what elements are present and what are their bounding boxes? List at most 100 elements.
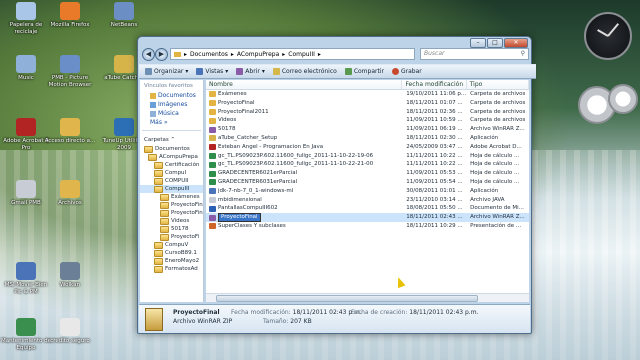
breadcrumb-item[interactable]: Documentos xyxy=(190,51,228,58)
file-row[interactable]: aTube_Catcher_Setup 18/11/2011 02:30 ... A… xyxy=(206,134,529,143)
desktop-icon-glyph xyxy=(60,55,80,73)
file-row[interactable]: gc_TL.PS09023P.602.11600_fullgc_2011-11-… xyxy=(206,152,529,161)
burn-button[interactable]: Grabar xyxy=(391,68,422,75)
column-header-type[interactable]: Tipo xyxy=(467,80,529,89)
search-input[interactable]: Buscar ⚲ xyxy=(420,48,529,60)
file-row[interactable]: Exámenes 19/10/2011 11:06 p... Carpeta de … xyxy=(206,90,529,99)
folder-tree-item[interactable]: CursoB89.1 xyxy=(140,249,203,257)
folder-tree-item[interactable]: ProyectoFin xyxy=(140,201,203,209)
file-name-cell: SuperClases Y subclases xyxy=(206,222,403,231)
folder-tree-item[interactable]: Documentos xyxy=(140,145,203,153)
file-type-icon xyxy=(209,108,216,115)
folder-tree-item[interactable]: FormatosAd xyxy=(140,265,203,273)
file-name: jdk-7-nb-7_0_1-windows-ml xyxy=(218,187,294,194)
file-row[interactable]: ProyectoFinal2011 18/11/2011 02:36 ... Car… xyxy=(206,108,529,117)
folder-tree-label: Exámenes xyxy=(171,194,200,200)
close-button[interactable]: ✕ xyxy=(504,38,528,48)
folder-tree-item[interactable]: Videos xyxy=(140,217,203,225)
folder-tree-item[interactable]: EneroMayo2 xyxy=(140,257,203,265)
desktop-icon[interactable]: Wolkan xyxy=(44,262,96,289)
favorite-link-pictures[interactable]: Imágenes xyxy=(140,100,203,109)
favorite-link-more[interactable]: Más» xyxy=(140,118,203,127)
desktop-icon-glyph xyxy=(16,55,36,73)
folder-tree-item[interactable]: ACompuPrepa xyxy=(140,153,203,161)
file-row[interactable]: mbidimensional 23/11/2010 03:14 ... Archiv… xyxy=(206,196,529,205)
horizontal-scrollbar[interactable] xyxy=(206,293,529,302)
file-row[interactable]: Videos 11/09/2011 10:59 ... Carpeta de arc… xyxy=(206,116,529,125)
folder-tree-item[interactable]: CompuIII xyxy=(140,185,203,193)
desktop-icon[interactable]: Archivos xyxy=(44,180,96,207)
modified-label: Fecha modificación: xyxy=(231,309,291,316)
file-name: GRADECENTER6031erParcial xyxy=(218,178,298,185)
file-row[interactable]: jdk-7-nb-7_0_1-windows-ml 30/08/2011 01:0… xyxy=(206,187,529,196)
file-type-icon xyxy=(209,91,216,98)
folder-tree-item[interactable]: Certificación xyxy=(140,161,203,169)
file-row[interactable]: gc_TL.PS09023P.602.11600_fullgc_2011-11-… xyxy=(206,160,529,169)
pictures-icon xyxy=(150,101,156,108)
desktop-icon[interactable]: Acceso directo a... xyxy=(44,118,96,145)
explorer-window[interactable]: – □ ✕ ◀ ▶ ▸ Documentos ▸ ACompuPrepa ▸ C… xyxy=(137,36,536,334)
folder-tree-item[interactable]: Exámenes xyxy=(140,193,203,201)
desktop-icon[interactable]: credito seguro xyxy=(44,318,96,345)
address-bar[interactable]: ▸ Documentos ▸ ACompuPrepa ▸ CompuIII ▸ xyxy=(170,48,415,60)
folder-tree-item[interactable]: CompuV xyxy=(140,241,203,249)
folder-tree-item[interactable]: 50178 xyxy=(140,225,203,233)
favorite-link-music[interactable]: Música xyxy=(140,109,203,118)
file-row[interactable]: GRADECENTER6031erParcial 11/09/2011 05:54… xyxy=(206,178,529,187)
desktop-icon[interactable]: NetBeans xyxy=(98,2,150,29)
folder-tree-item[interactable]: ProyectoFin xyxy=(140,209,203,217)
ram-meter-gadget[interactable] xyxy=(608,84,638,114)
file-type-cell: Carpeta de archivos xyxy=(470,91,526,97)
desktop-icon[interactable]: Mozilla Firefox xyxy=(44,2,96,29)
file-row[interactable]: PantallasCompuIII602 18/08/2011 05:50 ...… xyxy=(206,204,529,213)
desktop-icon[interactable]: PMB - Picture Motion Browser xyxy=(44,55,96,88)
folder-icon xyxy=(160,217,169,225)
file-date-cell: 11/09/2011 05:54 ... xyxy=(406,178,463,185)
search-icon[interactable]: ⚲ xyxy=(521,49,525,59)
file-date-cell: 18/11/2011 01:07 ... xyxy=(406,99,463,106)
views-button[interactable]: Vistas ▾ xyxy=(196,68,228,75)
folder-tree-item[interactable]: COMPUII xyxy=(140,177,203,185)
rename-input[interactable]: ProyectoFinal xyxy=(218,213,261,222)
file-date-cell: 23/11/2010 03:14 ... xyxy=(406,196,463,203)
file-name-cell: GRADECENTER6021erParcial xyxy=(206,169,403,178)
file-type-icon xyxy=(209,205,216,212)
file-row[interactable]: GRADECENTER6021erParcial 11/09/2011 05:53… xyxy=(206,169,529,178)
file-name: ProyectoFinal xyxy=(218,99,255,106)
file-name-cell: mbidimensional xyxy=(206,196,403,205)
folder-tree-item[interactable]: CompuI xyxy=(140,169,203,177)
file-row[interactable]: SuperClases Y subclases 18/11/2011 10:29 … xyxy=(206,222,529,231)
folders-header[interactable]: Carpetas ⌃ xyxy=(140,134,203,145)
back-button[interactable]: ◀ xyxy=(142,48,155,61)
column-header-name[interactable]: Nombre xyxy=(206,80,403,89)
minimize-button[interactable]: – xyxy=(470,38,486,48)
open-button[interactable]: Abrir ▾ xyxy=(236,68,265,75)
music-icon xyxy=(150,110,156,117)
file-row[interactable]: 50178 11/09/2011 06:19 ... Archivo WinRAR … xyxy=(206,125,529,134)
column-header-date[interactable]: Fecha modificación xyxy=(402,80,467,89)
share-button[interactable]: Compartir xyxy=(344,68,384,75)
desktop-icon-label: NetBeans xyxy=(110,22,138,28)
scrollbar-thumb[interactable] xyxy=(216,295,478,302)
details-file-name: ProyectoFinal xyxy=(173,309,220,316)
share-icon xyxy=(344,68,352,75)
file-name: 50178 xyxy=(218,126,236,133)
folder-tree-label: Documentos xyxy=(155,146,190,152)
file-row[interactable]: ProyectoFinal 18/11/2011 01:07 ... Carpeta… xyxy=(206,99,529,108)
column-headers: Nombre Fecha modificación Tipo xyxy=(206,80,529,90)
breadcrumb-item[interactable]: ACompuPrepa xyxy=(237,51,279,58)
file-row[interactable]: Esteban Angel - Programacion En Java 24/0… xyxy=(206,143,529,152)
address-row: ◀ ▶ ▸ Documentos ▸ ACompuPrepa ▸ CompuII… xyxy=(142,48,529,61)
file-name: mbidimensional xyxy=(218,196,262,203)
maximize-button[interactable]: □ xyxy=(487,38,503,48)
email-button[interactable]: Correo electrónico xyxy=(272,68,337,75)
organize-button[interactable]: Organizar ▾ xyxy=(145,68,188,75)
folder-tree-item[interactable]: ProyectoFi xyxy=(140,233,203,241)
clock-gadget[interactable] xyxy=(584,12,632,60)
search-placeholder: Buscar xyxy=(424,50,445,57)
breadcrumb-item[interactable]: CompuIII xyxy=(288,51,315,58)
file-row[interactable]: ProyectoFinal 18/11/2011 02:43 ... Archivo… xyxy=(206,213,529,222)
favorite-link-documents[interactable]: Documentos xyxy=(140,91,203,100)
forward-button[interactable]: ▶ xyxy=(155,48,168,61)
details-created: Fecha de creación: 18/11/2011 02:43 p.m. xyxy=(351,309,478,316)
